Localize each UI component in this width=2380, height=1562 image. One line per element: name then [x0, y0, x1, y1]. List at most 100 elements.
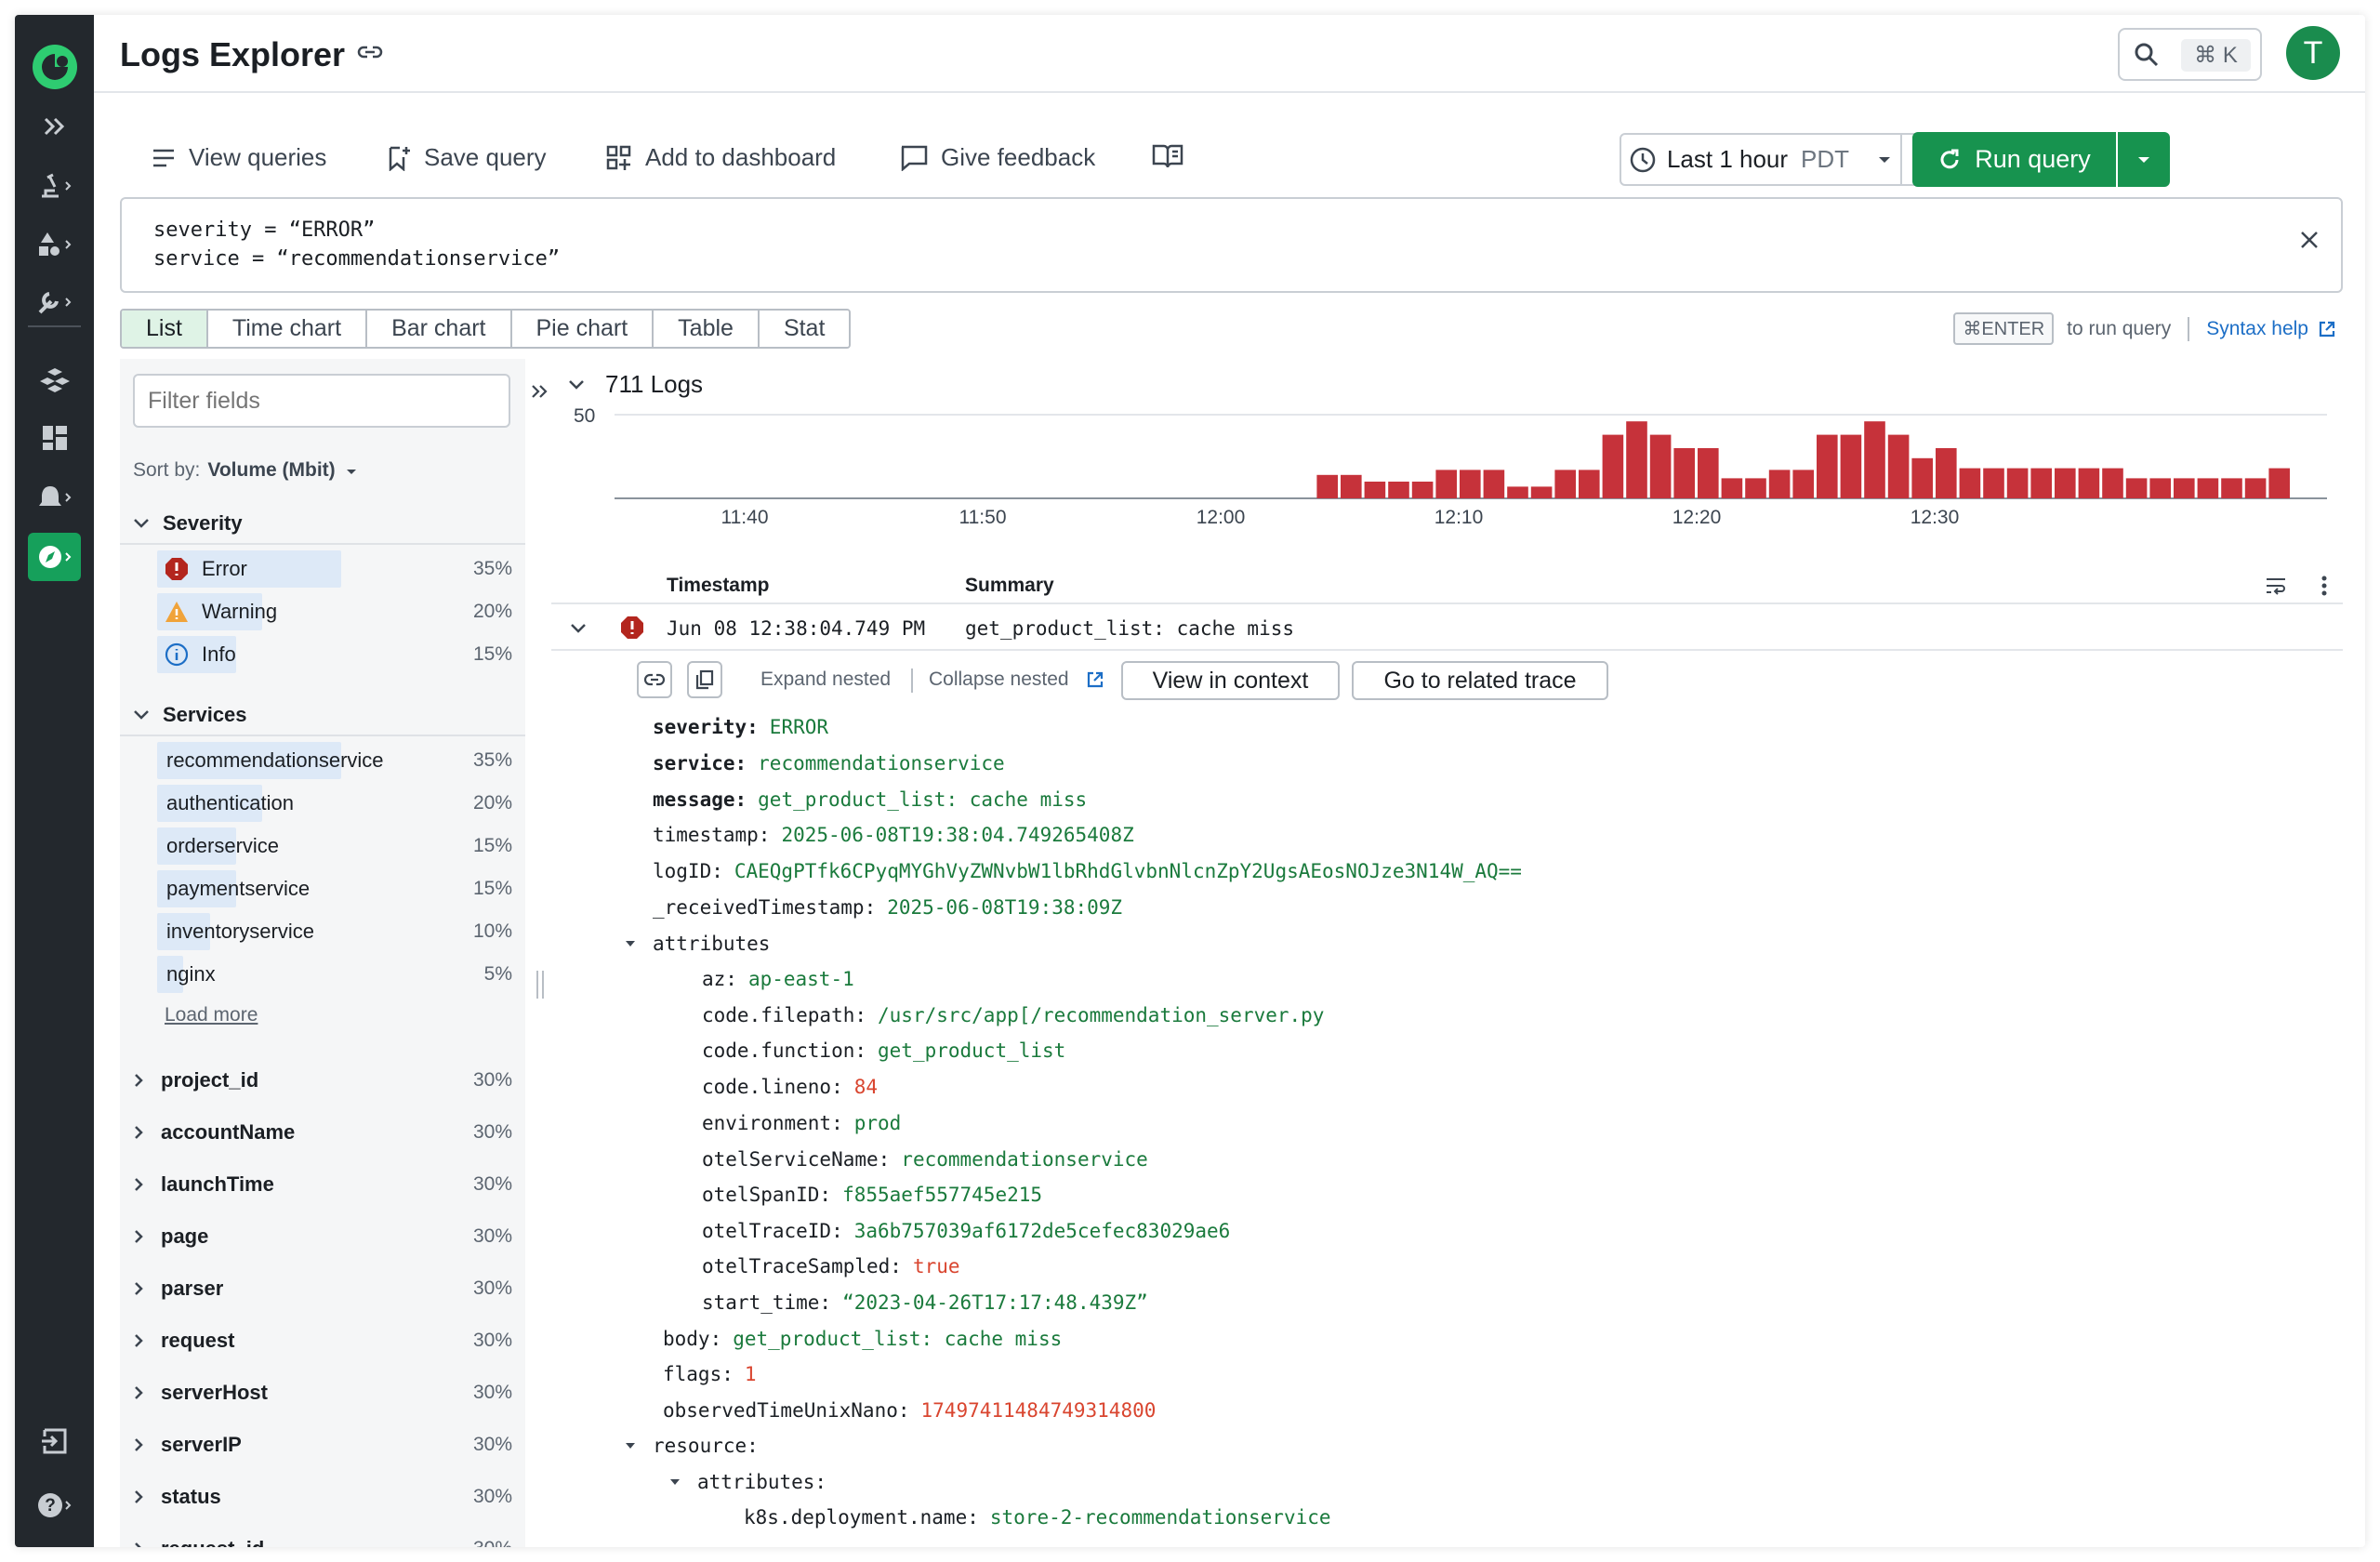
tab-list[interactable]: List: [122, 311, 206, 347]
histogram-bar[interactable]: [1959, 468, 1981, 498]
cubes-icon[interactable]: [28, 356, 81, 404]
histogram-bar[interactable]: [1554, 470, 1576, 498]
run-options-dropdown[interactable]: [2118, 132, 2170, 187]
severity-item-warning[interactable]: Warning 20%: [120, 593, 525, 630]
tab-pie-chart[interactable]: Pie chart: [509, 311, 653, 347]
service-item[interactable]: paymentservice 15%: [120, 870, 525, 907]
services-section-header[interactable]: Services: [120, 699, 525, 731]
histogram-bar[interactable]: [2244, 478, 2267, 498]
caret-down-icon[interactable]: [624, 1441, 637, 1450]
logout-icon[interactable]: [28, 1417, 81, 1465]
tab-table[interactable]: Table: [652, 311, 758, 347]
service-item[interactable]: recommendationservice 35%: [120, 742, 525, 779]
histogram-bar[interactable]: [1316, 474, 1338, 498]
histogram-bar[interactable]: [2006, 468, 2029, 498]
histogram-bar[interactable]: [1388, 482, 1409, 498]
log-row[interactable]: Jun 08 12:38:04.749 PM get_product_list:…: [551, 606, 2343, 651]
view-queries-button[interactable]: View queries: [152, 143, 326, 172]
histogram-bar[interactable]: [2197, 478, 2219, 498]
logs-count-header[interactable]: 711 Logs: [568, 370, 703, 399]
histogram-bar[interactable]: [1768, 470, 1791, 498]
field-item[interactable]: request 30%: [120, 1322, 525, 1359]
field-item[interactable]: serverHost 30%: [120, 1374, 525, 1411]
histogram-bar[interactable]: [1435, 470, 1457, 498]
histogram-bar[interactable]: [1817, 434, 1838, 498]
collapse-sidebar-icon[interactable]: [530, 383, 549, 400]
histogram-bar[interactable]: [1530, 486, 1553, 498]
caret-down-icon[interactable]: [668, 1477, 681, 1487]
service-item[interactable]: inventoryservice 10%: [120, 913, 525, 950]
chevron-down-icon[interactable]: [570, 623, 587, 634]
col-summary[interactable]: Summary: [965, 575, 1054, 597]
view-in-context-button[interactable]: View in context: [1121, 661, 1340, 700]
caret-down-icon[interactable]: [624, 939, 637, 948]
histogram-bar[interactable]: [1411, 482, 1434, 498]
histogram-bar[interactable]: [1602, 434, 1624, 498]
filter-fields-input[interactable]: [133, 374, 510, 428]
histogram-bar[interactable]: [2030, 468, 2052, 498]
histogram-bar[interactable]: [1649, 434, 1672, 498]
copy-link-icon[interactable]: [357, 43, 383, 66]
app-logo[interactable]: [28, 43, 81, 91]
wrench-icon[interactable]: [28, 278, 81, 326]
tab-time-chart[interactable]: Time chart: [205, 311, 366, 347]
histogram-bar[interactable]: [1745, 478, 1766, 498]
col-timestamp[interactable]: Timestamp: [667, 575, 770, 597]
add-to-dashboard-button[interactable]: Add to dashboard: [606, 143, 836, 172]
help-icon[interactable]: ?: [28, 1481, 81, 1529]
field-item[interactable]: request_id 30%: [120, 1530, 525, 1547]
severity-section-header[interactable]: Severity: [120, 508, 525, 539]
give-feedback-button[interactable]: Give feedback: [900, 143, 1095, 172]
microscope-icon[interactable]: [28, 162, 81, 210]
histogram-bar[interactable]: [1983, 468, 2004, 498]
histogram-bar[interactable]: [1840, 434, 1862, 498]
histogram-bar[interactable]: [2055, 468, 2076, 498]
histogram-bar[interactable]: [2221, 478, 2242, 498]
clear-query-icon[interactable]: [2298, 229, 2320, 251]
service-item[interactable]: authentication 20%: [120, 785, 525, 822]
avatar[interactable]: T: [2286, 26, 2340, 80]
histogram-bar[interactable]: [2149, 478, 2171, 498]
field-item[interactable]: parser 30%: [120, 1270, 525, 1307]
histogram-bar[interactable]: [1911, 457, 1933, 498]
histogram-bar[interactable]: [1864, 421, 1885, 498]
time-range-select[interactable]: Last 1 hour PDT: [1621, 135, 1900, 184]
more-options-icon[interactable]: [2320, 575, 2328, 597]
run-query-button[interactable]: Run query: [1912, 132, 2116, 187]
load-more-link[interactable]: Load more: [165, 1004, 258, 1026]
sort-control[interactable]: Sort by: Volume (Mbit): [133, 459, 357, 482]
field-item[interactable]: page 30%: [120, 1218, 525, 1255]
wrap-lines-icon[interactable]: [2265, 576, 2287, 596]
histogram-bar[interactable]: [1698, 448, 1719, 498]
histogram-bar[interactable]: [2174, 478, 2195, 498]
field-item[interactable]: status 30%: [120, 1478, 525, 1516]
query-editor[interactable]: severity = “ERROR” service = “recommenda…: [120, 197, 2343, 293]
histogram-bar[interactable]: [1887, 434, 1910, 498]
global-search-button[interactable]: ⌘ K: [2118, 28, 2262, 81]
tab-bar-chart[interactable]: Bar chart: [365, 311, 510, 347]
histogram-bar[interactable]: [1626, 421, 1647, 498]
histogram-bar[interactable]: [2125, 478, 2148, 498]
copy-log-link-button[interactable]: [637, 661, 672, 698]
severity-item-info[interactable]: Info 15%: [120, 636, 525, 673]
histogram-bar[interactable]: [1364, 482, 1386, 498]
bell-icon[interactable]: [28, 473, 81, 522]
histogram-bar[interactable]: [2078, 468, 2100, 498]
histogram-bar[interactable]: [1792, 470, 1814, 498]
go-to-related-trace-button[interactable]: Go to related trace: [1352, 661, 1608, 700]
field-item[interactable]: launchTime 30%: [120, 1166, 525, 1203]
expand-nav-icon[interactable]: [28, 102, 81, 151]
histogram-bar[interactable]: [1341, 474, 1362, 498]
external-link-icon[interactable]: [1086, 670, 1104, 689]
histogram-bar[interactable]: [1673, 448, 1695, 498]
sidebar-resize-handle[interactable]: [536, 971, 544, 999]
severity-item-error[interactable]: Error 35%: [120, 550, 525, 588]
service-item[interactable]: orderservice 15%: [120, 827, 525, 865]
expand-nested-button[interactable]: Expand nested: [760, 668, 891, 691]
histogram-bar[interactable]: [2102, 468, 2123, 498]
save-query-button[interactable]: Save query: [387, 143, 547, 172]
histogram-bar[interactable]: [1507, 486, 1528, 498]
histogram-bar[interactable]: [1460, 470, 1481, 498]
tab-stat[interactable]: Stat: [757, 311, 850, 347]
histogram-bar[interactable]: [2268, 468, 2290, 498]
